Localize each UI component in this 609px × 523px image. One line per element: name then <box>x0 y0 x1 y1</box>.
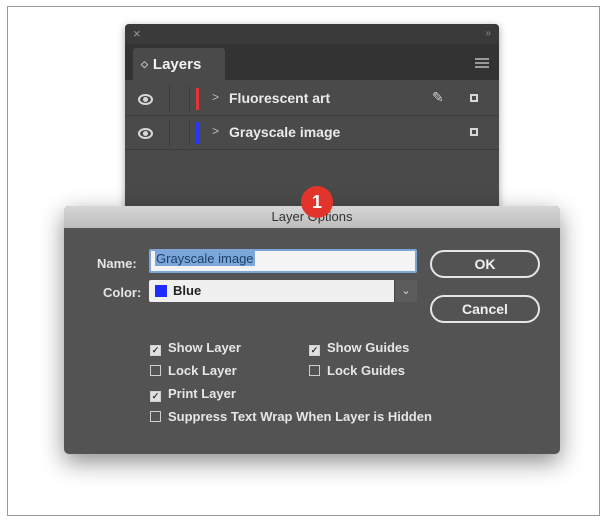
suppress-text-wrap-checkbox[interactable]: Suppress Text Wrap When Layer is Hidden <box>150 409 432 425</box>
tab-layers[interactable]: ◇ Layers <box>133 48 225 80</box>
row-divider <box>169 120 170 146</box>
row-divider <box>189 86 190 112</box>
checkbox-checked-icon: ✓ <box>150 391 161 402</box>
print-layer-checkbox[interactable]: ✓ Print Layer <box>150 386 236 402</box>
checkbox-checked-icon: ✓ <box>150 345 161 356</box>
checkbox-checked-icon: ✓ <box>309 345 320 356</box>
eye-icon[interactable] <box>138 128 153 139</box>
checkbox-label: Suppress Text Wrap When Layer is Hidden <box>168 409 432 424</box>
show-guides-checkbox[interactable]: ✓ Show Guides <box>309 340 409 356</box>
close-icon[interactable]: × <box>133 26 141 42</box>
panel-title-bar: × » <box>125 24 499 44</box>
lock-layer-checkbox[interactable]: Lock Layer <box>150 363 237 379</box>
layer-row[interactable]: > Grayscale image <box>125 116 499 150</box>
checkbox-label: Show Layer <box>168 340 241 355</box>
selection-square-icon[interactable] <box>470 94 478 102</box>
tab-layers-label: Layers <box>152 55 202 73</box>
panel-tab-strip: ◇ Layers <box>125 44 499 80</box>
row-divider <box>169 86 170 112</box>
layers-panel: × » ◇ Layers > Fluorescent art ✎ > Grays… <box>125 24 499 214</box>
chevron-right-icon[interactable]: > <box>212 90 219 104</box>
layer-name: Fluorescent art <box>229 90 331 106</box>
checkbox-unchecked-icon <box>150 411 161 422</box>
chevron-down-icon[interactable]: ⌄ <box>394 280 417 302</box>
color-select[interactable]: Blue ⌄ <box>149 280 417 302</box>
eye-icon[interactable] <box>138 94 153 105</box>
show-layer-checkbox[interactable]: ✓ Show Layer <box>150 340 241 356</box>
checkbox-label: Print Layer <box>168 386 236 401</box>
name-field-value: Grayscale image <box>155 251 255 266</box>
color-value: Blue <box>173 283 202 298</box>
checkbox-label: Lock Guides <box>327 363 406 378</box>
step-callout-badge: 1 <box>301 186 333 218</box>
cancel-button[interactable]: Cancel <box>430 295 540 323</box>
ok-button[interactable]: OK <box>430 250 540 278</box>
chevron-right-icon[interactable]: > <box>212 124 219 138</box>
color-swatch <box>155 285 167 297</box>
color-label: Color: <box>103 285 142 300</box>
panel-menu-icon[interactable] <box>475 58 489 70</box>
checkbox-label: Lock Layer <box>168 363 237 378</box>
checkbox-label: Show Guides <box>327 340 410 355</box>
layer-name: Grayscale image <box>229 124 341 140</box>
tab-options-icon: ◇ <box>141 58 148 69</box>
layer-color-bar <box>196 88 199 110</box>
checkbox-unchecked-icon <box>150 365 161 376</box>
lock-guides-checkbox[interactable]: Lock Guides <box>309 363 405 379</box>
collapse-icon[interactable]: » <box>485 26 491 42</box>
selection-square-icon[interactable] <box>470 128 478 136</box>
name-field[interactable]: Grayscale image <box>149 249 417 273</box>
checkbox-unchecked-icon <box>309 365 320 376</box>
name-label: Name: <box>97 256 137 271</box>
layer-color-bar <box>196 122 199 144</box>
layer-options-dialog: Layer Options Name: Grayscale image Colo… <box>64 206 560 454</box>
pencil-icon: ✎ <box>432 89 444 105</box>
layer-row[interactable]: > Fluorescent art ✎ <box>125 82 499 116</box>
row-divider <box>189 120 190 146</box>
